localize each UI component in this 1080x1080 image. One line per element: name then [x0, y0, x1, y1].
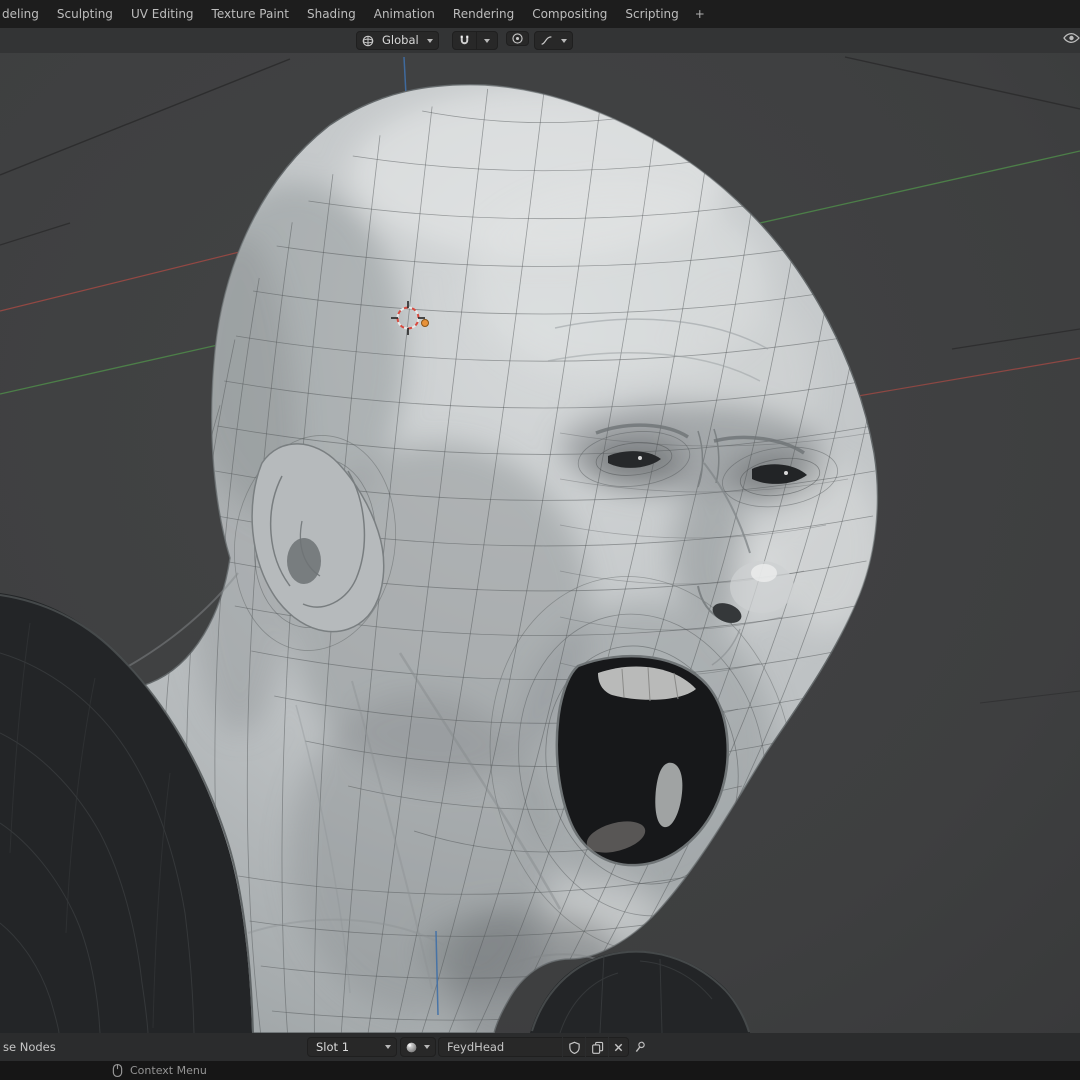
eye-icon[interactable]: [1059, 31, 1080, 45]
material-id-block: FeydHead: [438, 1037, 629, 1057]
transform-orientation-dropdown[interactable]: Global: [356, 31, 439, 50]
chevron-down-icon: [426, 38, 433, 43]
tab-animation[interactable]: Animation: [365, 1, 444, 27]
pin-id-button[interactable]: [632, 1040, 647, 1055]
tab-sculpting[interactable]: Sculpting: [48, 1, 122, 27]
falloff-curve-icon: [535, 32, 556, 49]
material-name: FeydHead: [447, 1040, 505, 1054]
material-slot-dropdown[interactable]: Slot 1: [307, 1037, 397, 1057]
tab-uv-editing[interactable]: UV Editing: [122, 1, 203, 27]
material-browse-dropdown[interactable]: [400, 1037, 436, 1057]
unlink-material-button[interactable]: [609, 1037, 629, 1057]
tab-texture-paint[interactable]: Texture Paint: [203, 1, 298, 27]
tab-rendering[interactable]: Rendering: [444, 1, 523, 27]
viewport-header: Global: [0, 28, 1080, 54]
status-bar: Context Menu: [0, 1061, 1080, 1080]
slot-label: Slot 1: [316, 1040, 350, 1054]
snap-toggle-button[interactable]: [453, 32, 476, 49]
tab-compositing[interactable]: Compositing: [523, 1, 616, 27]
mouse-icon: [112, 1063, 123, 1078]
add-workspace-button[interactable]: +: [688, 1, 712, 27]
tab-modeling-partial[interactable]: deling: [0, 1, 48, 27]
context-menu-hint: Context Menu: [130, 1064, 207, 1077]
snap-settings-dropdown[interactable]: [476, 32, 497, 49]
chevron-down-icon: [561, 38, 567, 43]
pin-icon: [635, 1041, 645, 1052]
copy-icon: [591, 1041, 603, 1054]
fake-user-button[interactable]: [563, 1037, 585, 1057]
chevron-down-icon: [385, 1045, 391, 1049]
proportional-editing-icon: [512, 33, 523, 44]
chevron-down-icon: [424, 1045, 430, 1049]
proportional-falloff-dropdown[interactable]: [534, 31, 573, 50]
proportional-editing-toggle[interactable]: [506, 31, 529, 46]
material-name-field[interactable]: FeydHead: [438, 1037, 562, 1057]
tab-scripting[interactable]: Scripting: [616, 1, 687, 27]
tab-shading[interactable]: Shading: [298, 1, 365, 27]
use-nodes-label-partial[interactable]: se Nodes: [3, 1040, 56, 1054]
orientation-label: Global: [382, 33, 419, 47]
magnet-icon: [460, 35, 469, 45]
snapping-group: [452, 31, 498, 50]
global-orientation-icon: [357, 32, 379, 49]
duplicate-material-button[interactable]: [586, 1037, 608, 1057]
workspace-tab-bar: deling Sculpting UV Editing Texture Pain…: [0, 0, 1080, 28]
object-origin-dot: [421, 319, 429, 327]
chevron-down-icon: [484, 38, 490, 43]
material-header-bar: se Nodes Slot 1 FeydHead: [0, 1033, 1080, 1061]
close-icon: [614, 1043, 623, 1051]
material-sphere-icon: [401, 1038, 419, 1056]
shield-icon: [568, 1041, 580, 1054]
3d-viewport[interactable]: [0, 53, 1080, 1034]
